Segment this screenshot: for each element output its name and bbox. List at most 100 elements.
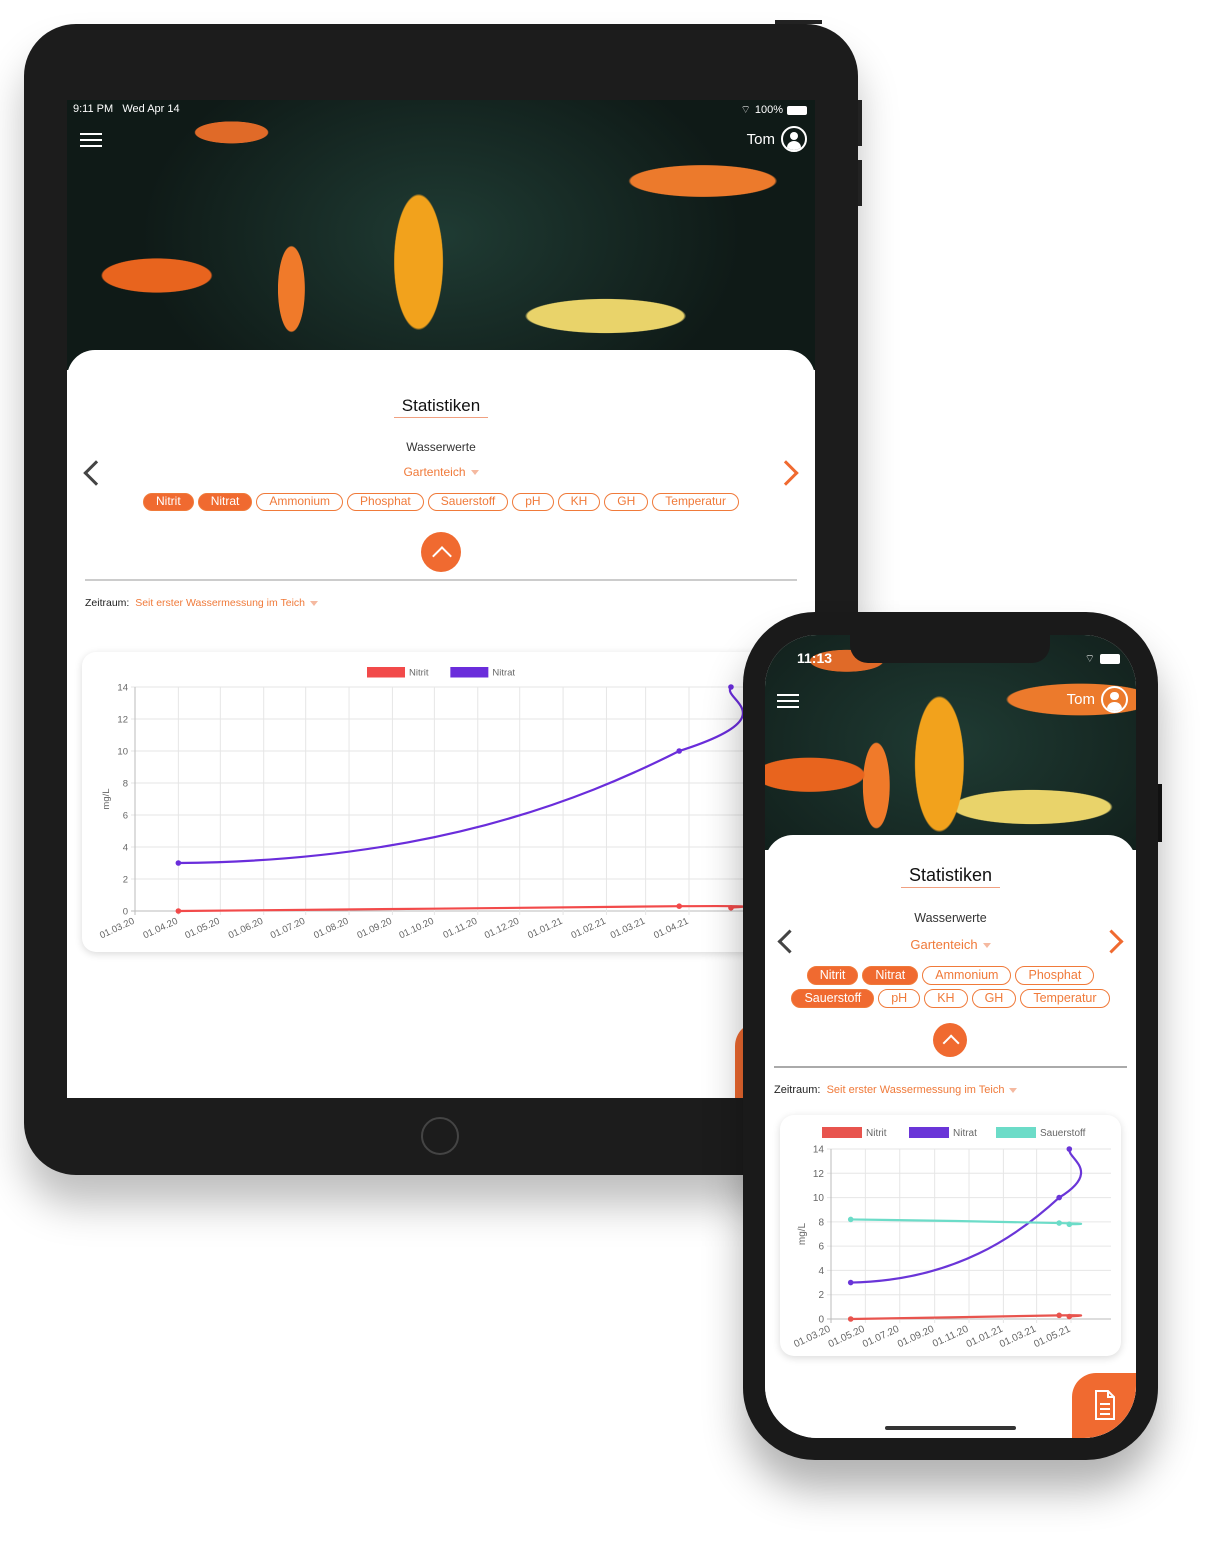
chip-phosphat[interactable]: Phosphat <box>347 493 424 511</box>
x-tick-label: 01.12.20 <box>483 916 521 942</box>
y-tick-label: 4 <box>818 1266 824 1277</box>
line-chart: 0 2 4 6 8 10 12 14 01.03.20 01.04.20 01.05.20 01.06… <box>98 667 782 942</box>
status-time: 9:11 PM Wed Apr 14 <box>73 103 180 115</box>
chip-temperatur[interactable]: Temperatur <box>652 493 739 511</box>
tablet-power-button <box>775 20 822 24</box>
y-tick-label: 12 <box>117 715 128 726</box>
x-tick-label: 01.03.21 <box>609 916 647 942</box>
menu-icon[interactable] <box>80 133 102 147</box>
y-tick-label: 10 <box>813 1193 825 1204</box>
koi-header-image <box>67 100 815 370</box>
data-point-nitrat <box>1066 1146 1073 1152</box>
legend-swatch <box>367 667 405 678</box>
chip-ammonium[interactable]: Ammonium <box>256 493 344 511</box>
koi-header-image <box>765 635 1136 850</box>
tablet-home-button[interactable] <box>421 1117 459 1155</box>
x-tick-label: 01.03.20 <box>98 916 136 942</box>
y-axis-label: mg/L <box>101 788 112 809</box>
series-line-nitrat <box>850 1148 1083 1284</box>
chart-card: 0 2 4 6 8 10 12 14 01.03.20 01.04.20 01.05.20 01.06… <box>82 652 782 952</box>
legend-label: Nitrit <box>409 668 429 679</box>
zeitraum-row: Zeitraum: Seit erster Wassermessung im T… <box>774 1084 1018 1096</box>
status-right: ⌔ <box>1085 652 1120 666</box>
y-tick-label: 8 <box>123 779 128 790</box>
x-tick-label: 01.08.20 <box>312 916 350 942</box>
chip-kh[interactable]: KH <box>924 989 968 1008</box>
battery-percent: 100% <box>754 104 783 116</box>
menu-icon[interactable] <box>777 694 799 708</box>
chip-sauerstoff[interactable]: Sauerstoff <box>791 989 875 1008</box>
chip-gh[interactable]: GH <box>604 493 649 511</box>
collapse-button[interactable] <box>933 1023 967 1057</box>
x-tick-label: 01.11.20 <box>441 916 479 941</box>
y-tick-label: 6 <box>123 811 128 822</box>
data-point-nitrat <box>847 1279 854 1286</box>
tablet-screen: 9:11 PM Wed Apr 14 ⌔ 100% Tom Statistiken… <box>67 100 815 1098</box>
chip-temperatur[interactable]: Temperatur <box>1020 989 1110 1008</box>
document-icon <box>1095 1390 1115 1420</box>
y-tick-label: 0 <box>123 907 128 918</box>
collapse-button[interactable] <box>421 532 461 572</box>
data-point-nitrit <box>847 1316 854 1322</box>
caret-down-icon <box>982 943 991 949</box>
y-tick-label: 2 <box>818 1290 824 1301</box>
zeitraum-row: Zeitraum: Seit erster Wassermessung im T… <box>85 597 318 609</box>
legend-swatch <box>822 1127 862 1138</box>
x-tick-label: 01.07.20 <box>861 1324 901 1351</box>
status-date: Wed Apr 14 <box>122 103 180 115</box>
report-fab[interactable] <box>1072 1373 1136 1438</box>
x-tick-label: 01.04.21 <box>652 916 690 942</box>
data-point-sauerstoff <box>1056 1220 1062 1226</box>
phone-screen: 11:13 ⌔ Tom Statistiken Wasserwerte Gart… <box>765 635 1136 1438</box>
x-tick-label: 01.09.20 <box>356 916 394 942</box>
x-tick-label: 01.03.21 <box>998 1324 1038 1351</box>
data-point-nitrat <box>1056 1194 1062 1201</box>
divider <box>85 579 797 581</box>
x-tick-label: 01.10.20 <box>397 916 435 942</box>
chip-ammonium[interactable]: Ammonium <box>922 966 1012 985</box>
chip-sauerstoff[interactable]: Sauerstoff <box>427 493 509 511</box>
user-menu[interactable]: Tom <box>1067 686 1128 713</box>
x-tick-label: 01.07.20 <box>269 916 307 942</box>
page-title: Statistiken <box>67 396 815 418</box>
pond-select[interactable]: Gartenteich <box>765 937 1136 952</box>
caret-down-icon <box>310 600 318 606</box>
user-menu[interactable]: Tom <box>747 126 807 152</box>
avatar-icon <box>781 126 807 152</box>
tablet-volume-up <box>858 100 862 146</box>
pond-select[interactable]: Gartenteich <box>67 465 815 479</box>
legend-label: Nitrat <box>953 1128 977 1139</box>
legend-label: Nitrat <box>492 668 515 679</box>
x-tick-label: 01.11.20 <box>931 1324 971 1350</box>
x-tick-label: 01.05.20 <box>827 1324 867 1351</box>
y-tick-label: 2 <box>123 875 128 886</box>
chip-ph[interactable]: pH <box>878 989 921 1008</box>
zeitraum-select[interactable]: Seit erster Wassermessung im Teich <box>135 597 305 609</box>
user-name: Tom <box>746 130 775 148</box>
chip-nitrit[interactable]: Nitrit <box>806 966 859 985</box>
legend-label: Sauerstoff <box>1040 1128 1086 1139</box>
chip-gh[interactable]: GH <box>971 989 1017 1008</box>
status-right: ⌔ 100% <box>741 103 807 117</box>
y-tick-label: 6 <box>818 1242 824 1253</box>
wifi-icon: ⌔ <box>740 104 751 116</box>
y-tick-label: 10 <box>117 747 128 758</box>
chip-nitrat[interactable]: Nitrat <box>862 966 919 985</box>
caret-down-icon <box>470 470 479 476</box>
status-time: 11:13 <box>797 650 833 666</box>
x-tick-label: 01.02.21 <box>570 916 608 942</box>
user-name: Tom <box>1066 691 1095 708</box>
chip-kh[interactable]: KH <box>557 493 601 511</box>
chip-ph[interactable]: pH <box>512 493 554 511</box>
chip-phosphat[interactable]: Phosphat <box>1015 966 1095 985</box>
chip-nitrit[interactable]: Nitrit <box>143 493 194 511</box>
zeitraum-select[interactable]: Seit erster Wassermessung im Teich <box>827 1084 1005 1096</box>
chip-nitrat[interactable]: Nitrat <box>197 493 253 511</box>
x-tick-label: 01.05.21 <box>1032 1324 1072 1351</box>
chart-card: 0 2 4 6 8 10 12 14 01.03.20 01.05.20 01.07.20 01.09… <box>780 1115 1121 1356</box>
legend-swatch <box>996 1127 1036 1138</box>
tablet-volume-down <box>858 160 862 206</box>
section-subtitle: Wasserwerte <box>914 911 987 925</box>
y-tick-label: 12 <box>813 1169 825 1180</box>
y-tick-label: 4 <box>123 843 128 854</box>
